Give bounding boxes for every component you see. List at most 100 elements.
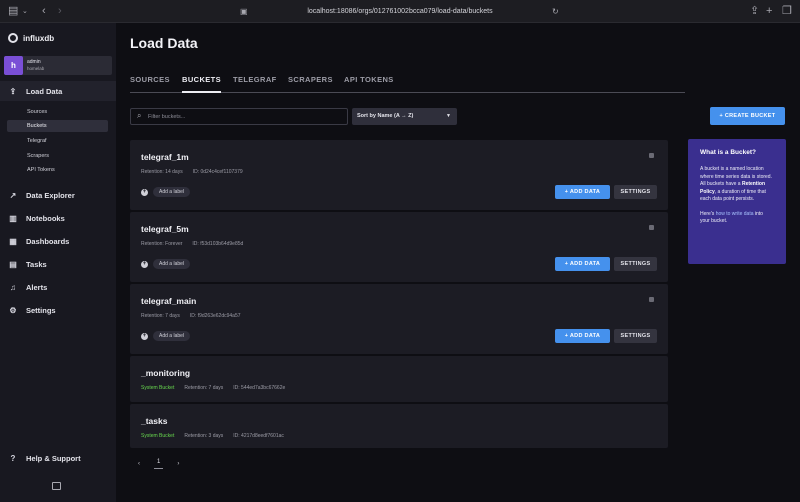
influxdb-logo[interactable]: influxdb [8, 31, 54, 45]
settings-button[interactable]: SETTINGS [614, 257, 657, 271]
notebook-icon: ▥ [9, 213, 17, 223]
sub-item-buckets[interactable]: Buckets [7, 120, 108, 132]
add-label-pill: Add a label [153, 187, 191, 197]
plus-icon: + [141, 332, 148, 340]
info-text: Here's [700, 210, 716, 217]
avatar: h [4, 56, 23, 75]
sort-dropdown[interactable]: Sort by Name (A → Z) ▼ [352, 108, 457, 125]
nav-help[interactable]: ? Help & Support [0, 448, 116, 468]
tab-api-tokens[interactable]: API TOKENS [344, 75, 394, 93]
bucket-id: ID: 544ed7a3bc67662e [233, 385, 286, 391]
tab-telegraf[interactable]: TELEGRAF [233, 75, 277, 93]
browser-toolbar: ▤ ⌄ ‹ › ▣ localhost:18086/orgs/012761002… [0, 0, 800, 23]
bucket-name[interactable]: telegraf_5m [141, 224, 189, 234]
add-data-button[interactable]: + ADD DATA [555, 329, 610, 343]
add-data-button[interactable]: + ADD DATA [555, 257, 610, 271]
tab-scrapers[interactable]: SCRAPERS [288, 75, 333, 93]
bell-icon: ♫ [10, 282, 16, 292]
nav-label: Load Data [26, 86, 63, 96]
user-menu[interactable]: h admin homelab [4, 56, 112, 75]
info-paragraph: A bucket is a named location where time … [700, 166, 774, 204]
create-bucket-button[interactable]: + CREATE BUCKET [710, 107, 785, 125]
main-content: Load Data SOURCES BUCKETS TELEGRAF SCRAP… [116, 23, 800, 502]
sub-item-sources[interactable]: Sources [27, 106, 47, 118]
sort-label: Sort by Name (A → Z) [357, 113, 414, 119]
info-paragraph: Here's how to write data into your bucke… [700, 211, 774, 226]
share-icon[interactable]: ⇪ [750, 4, 759, 19]
add-label[interactable]: + Add a label [141, 259, 191, 269]
new-tab-icon[interactable]: + [766, 4, 772, 19]
bucket-id: ID: f53d103b64d9e85d [192, 241, 244, 247]
bucket-card: _tasks System Bucket Retention: 3 days I… [130, 404, 668, 448]
tab-sources[interactable]: SOURCES [130, 75, 170, 93]
nav-label: Data Explorer [26, 190, 75, 200]
nav-alerts[interactable]: ♫ Alerts [0, 277, 116, 297]
add-label[interactable]: + Add a label [141, 187, 191, 197]
back-icon[interactable]: ‹ [42, 4, 46, 19]
plus-icon: + [141, 260, 148, 268]
add-data-button[interactable]: + ADD DATA [555, 185, 610, 199]
filter-buckets-input[interactable] [148, 111, 338, 122]
nav-data-explorer[interactable]: ↗ Data Explorer [0, 185, 116, 205]
org-name: homelab [27, 66, 45, 71]
settings-button[interactable]: SETTINGS [614, 329, 657, 343]
bucket-card: telegraf_1m Retention: 14 days ID: 0d24c… [130, 140, 668, 210]
nav-load-data[interactable]: ⇪ Load Data [0, 81, 116, 101]
collapse-sidebar-icon[interactable] [52, 482, 61, 490]
sidebar-toggle-icon[interactable]: ▤ [8, 4, 18, 19]
bucket-id: ID: 4217d8eedf7601ac [233, 433, 284, 439]
add-label-pill: Add a label [153, 259, 191, 269]
chevron-down-icon[interactable]: ⌄ [22, 4, 28, 19]
add-label-pill: Add a label [153, 331, 191, 341]
trash-icon[interactable] [649, 225, 654, 230]
sub-item-scrapers[interactable]: Scrapers [27, 150, 49, 162]
help-icon: ? [10, 453, 16, 463]
bucket-card: _monitoring System Bucket Retention: 7 d… [130, 356, 668, 402]
bucket-name[interactable]: _tasks [141, 416, 167, 426]
sub-item-telegraf[interactable]: Telegraf [27, 135, 47, 147]
nav-settings[interactable]: ⚙ Settings [0, 300, 116, 320]
dashboard-icon: ▦ [9, 236, 17, 246]
write-data-link[interactable]: how to write data [716, 211, 754, 217]
nav-label: Dashboards [26, 236, 70, 246]
bucket-name[interactable]: telegraf_main [141, 296, 196, 306]
bucket-card: telegraf_5m Retention: Forever ID: f53d1… [130, 212, 668, 282]
nav-label: Alerts [26, 282, 48, 292]
retention: Retention: 7 days [184, 385, 224, 391]
nav-tasks[interactable]: ▤ Tasks [0, 254, 116, 274]
trash-icon[interactable] [649, 297, 654, 302]
trash-icon[interactable] [649, 153, 654, 158]
page-number[interactable]: 1 [154, 459, 164, 469]
logo-text: influxdb [23, 33, 55, 43]
tab-overview-icon[interactable]: ❐ [782, 4, 792, 19]
plus-icon: + [141, 188, 148, 196]
bucket-name[interactable]: _monitoring [141, 368, 190, 378]
caret-down-icon: ▼ [446, 113, 451, 119]
forward-icon[interactable]: › [58, 4, 62, 19]
tab-bar: SOURCES BUCKETS TELEGRAF SCRAPERS API TO… [130, 75, 685, 93]
system-bucket-badge: System Bucket [141, 385, 175, 391]
upload-icon: ⇪ [9, 86, 17, 96]
page-title: Load Data [130, 35, 198, 51]
settings-button[interactable]: SETTINGS [614, 185, 657, 199]
nav-notebooks[interactable]: ▥ Notebooks [0, 208, 116, 228]
nav-dashboards[interactable]: ▦ Dashboards [0, 231, 116, 251]
bucket-name[interactable]: telegraf_1m [141, 152, 189, 162]
retention: Retention: 14 days [141, 169, 183, 175]
bucket-meta: Retention: Forever ID: f53d103b64d9e85d [141, 241, 243, 247]
add-label[interactable]: + Add a label [141, 331, 191, 341]
info-title: What is a Bucket? [700, 149, 756, 156]
nav-label: Tasks [26, 259, 47, 269]
bucket-meta: System Bucket Retention: 7 days ID: 544e… [141, 385, 285, 391]
sub-item-api-tokens[interactable]: API Tokens [27, 164, 55, 176]
next-page-icon[interactable]: › [177, 461, 179, 467]
address-bar[interactable]: localhost:18086/orgs/012761002bcca079/lo… [238, 4, 562, 19]
calendar-icon: ▤ [9, 259, 17, 269]
bucket-id: ID: 0d24c4cef1107379 [192, 169, 243, 175]
user-name: admin [27, 59, 41, 65]
prev-page-icon[interactable]: ‹ [138, 461, 140, 467]
reload-icon[interactable]: ↻ [552, 4, 559, 19]
filter-box: ⌕ [130, 108, 348, 125]
info-panel: What is a Bucket? A bucket is a named lo… [688, 139, 786, 264]
tab-buckets[interactable]: BUCKETS [182, 75, 222, 93]
